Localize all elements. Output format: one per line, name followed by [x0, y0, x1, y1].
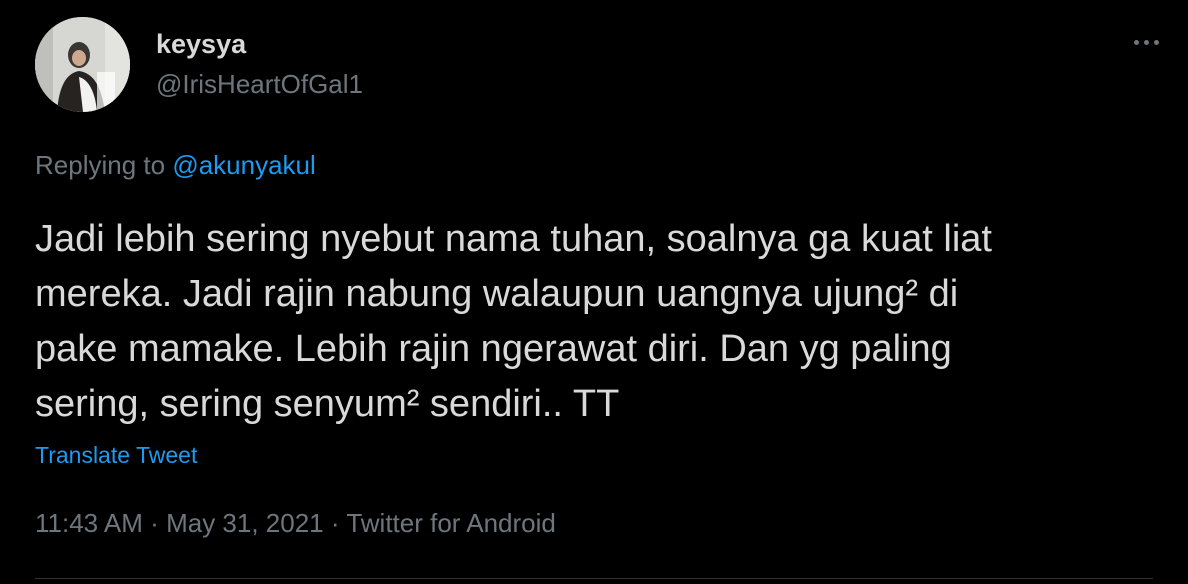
more-horizontal-icon-dot [1143, 39, 1149, 45]
replying-to-label: Replying to [35, 150, 166, 180]
divider [35, 578, 1153, 579]
tweet-text: Jadi lebih sering nyebut nama tuhan, soa… [35, 218, 992, 425]
avatar-image [35, 17, 130, 112]
author-handle[interactable]: @IrisHeartOfGal1 [156, 68, 363, 100]
more-horizontal-icon-dot [1153, 39, 1159, 45]
avatar[interactable] [35, 17, 130, 112]
replying-to: Replying to @akunyakul [35, 148, 316, 182]
translate-tweet-link[interactable]: Translate Tweet [35, 440, 197, 470]
tweet-meta: 11:43 AM · May 31, 2021 · Twitter for An… [35, 506, 556, 540]
more-options-button[interactable] [1126, 30, 1166, 54]
tweet-date[interactable]: May 31, 2021 [166, 508, 324, 538]
more-horizontal-icon [1133, 39, 1139, 45]
meta-separator: · [150, 508, 159, 538]
reply-mention-link[interactable]: @akunyakul [172, 150, 315, 180]
meta-separator: · [330, 508, 340, 538]
author-display-name[interactable]: keysya [156, 28, 246, 60]
tweet-time[interactable]: 11:43 AM [35, 508, 143, 538]
tweet-source[interactable]: Twitter for Android [346, 508, 556, 538]
